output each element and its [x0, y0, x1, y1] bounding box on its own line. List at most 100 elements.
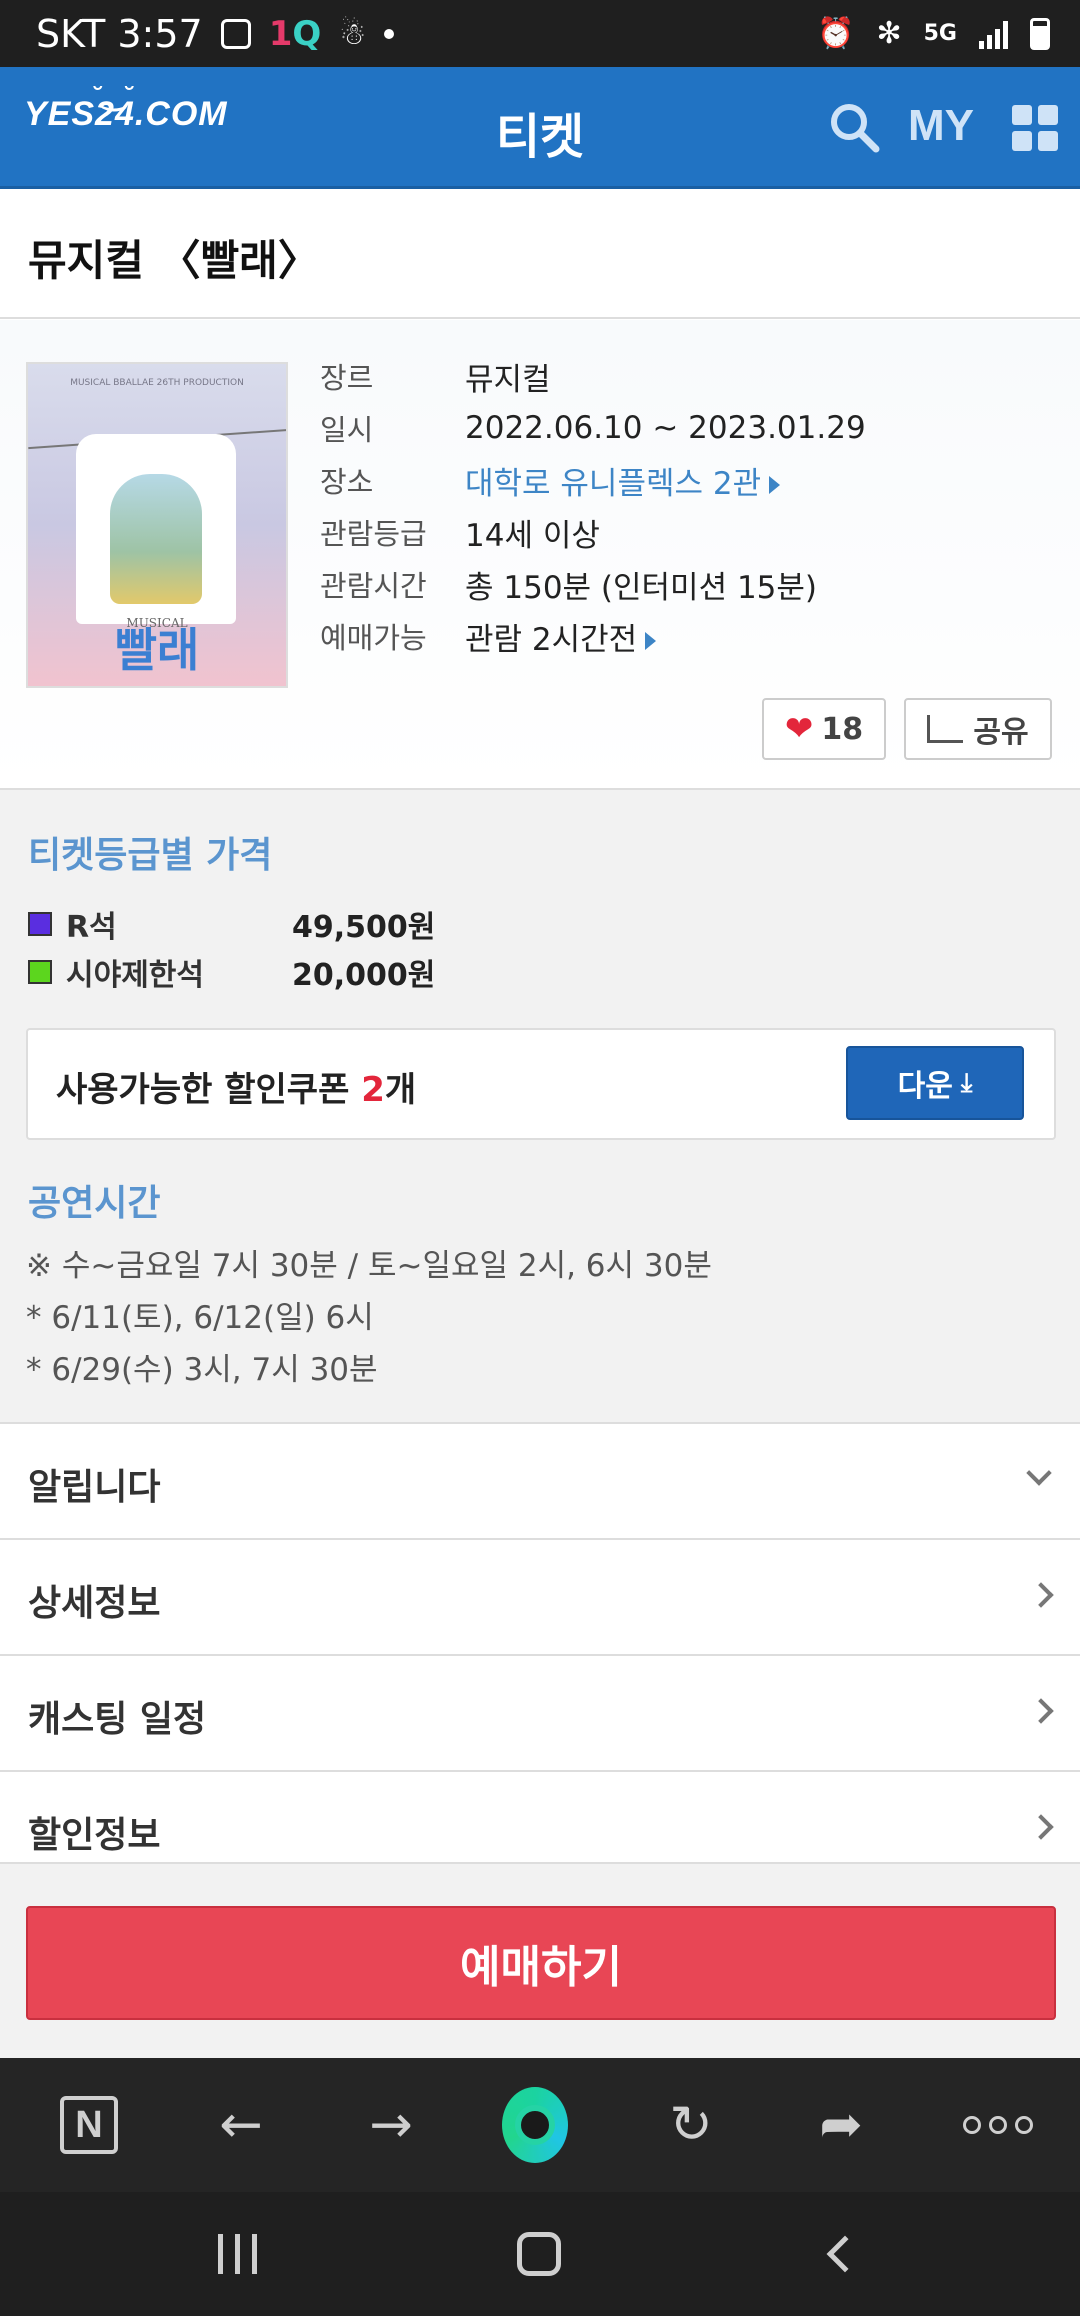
naver-button[interactable]: N — [56, 2092, 122, 2158]
browser-toolbar: N ← → ↻ ➦ — [0, 2058, 1080, 2192]
home-square-icon — [517, 2232, 561, 2276]
menu-label: 캐스팅 일정 — [28, 1699, 207, 1740]
info-key: 예매가능 — [320, 621, 427, 655]
info-row-venue[interactable]: 장소 대학로 유니플렉스 2관 — [320, 454, 866, 506]
info-row-booking-available[interactable]: 예매가능 관람 2시간전 — [320, 610, 866, 662]
app-header: ˘‿˘ YES24.COM 티켓 MY — [0, 67, 1080, 189]
info-key: 관람등급 — [320, 517, 427, 551]
menu-item-notice[interactable]: 알립니다 — [0, 1422, 1080, 1538]
booking-available-link[interactable]: 관람 2시간전 — [465, 614, 657, 659]
share-arrow-icon[interactable]: ➦ — [808, 2092, 874, 2158]
download-icon: ⤓ — [960, 1067, 973, 1098]
info-row-genre: 장르 뮤지컬 — [320, 350, 866, 402]
seat-name: 시야제한석 — [66, 958, 204, 993]
grid-menu-icon[interactable] — [1012, 105, 1058, 151]
home-nav-button[interactable] — [504, 2222, 574, 2286]
chevron-right-icon — [1028, 1582, 1054, 1608]
poster-town-illustration — [110, 474, 202, 604]
battery-icon — [1030, 17, 1050, 50]
coupon-count: 2 — [361, 1070, 385, 1110]
r-seat-swatch — [28, 912, 52, 936]
back-nav-button[interactable] — [810, 2222, 880, 2286]
share-icon — [927, 715, 964, 743]
info-row-rating: 관람등급 14세 이상 — [320, 506, 866, 558]
more-dots-icon — [963, 2116, 1033, 2134]
limited-seat-swatch — [28, 960, 52, 984]
schedule-line: * 6/11(토), 6/12(일) 6시 — [26, 1300, 374, 1336]
price-section-title: 티켓등급별 가격 — [28, 835, 273, 876]
coupon-box: 사용가능한 할인쿠폰 2개 다운 ⤓ — [26, 1028, 1056, 1140]
info-key: 일시 — [320, 413, 374, 447]
seat-price: 49,500원 — [292, 910, 436, 945]
recents-button[interactable] — [202, 2222, 272, 2286]
share-button[interactable]: 공유 — [904, 698, 1052, 760]
like-button[interactable]: ❤ 18 — [762, 698, 886, 760]
chevron-right-icon — [1028, 1814, 1054, 1840]
info-key: 관람시간 — [320, 569, 427, 603]
alarm-icon: ⏰ — [817, 16, 855, 51]
menu-item-details[interactable]: 상세정보 — [0, 1538, 1080, 1654]
status-time: SKT 3:57 — [36, 12, 203, 56]
info-value: 14세 이상 — [465, 517, 600, 554]
app-1q-icon: 1Q — [268, 14, 322, 54]
info-table: 장르 뮤지컬 일시 2022.06.10 ~ 2023.01.29 장소 대학로… — [320, 350, 866, 662]
info-key: 장소 — [320, 465, 374, 499]
like-count: 18 — [821, 711, 864, 747]
gallery-icon — [220, 19, 251, 49]
signal-icon — [979, 19, 1008, 49]
show-poster[interactable]: MUSICAL BBALLAE 26TH PRODUCTION MUSICAL … — [26, 362, 288, 688]
info-row-runtime: 관람시간 총 150분 (인터미션 15분) — [320, 558, 866, 610]
android-nav-bar — [0, 2192, 1080, 2316]
book-button[interactable]: 예매하기 — [26, 1906, 1056, 2020]
show-title: 뮤지컬 〈빨래〉 — [28, 236, 320, 285]
more-notifications-dot — [384, 29, 395, 39]
schedule-line: * 6/29(수) 3시, 7시 30분 — [26, 1352, 378, 1388]
show-info: MUSICAL BBALLAE 26TH PRODUCTION MUSICAL … — [0, 320, 1080, 790]
naver-n-icon: N — [60, 2096, 118, 2154]
menu-label: 알립니다 — [28, 1467, 161, 1508]
bluetooth-icon: ✻ — [876, 16, 902, 51]
poster-title: 빨래 — [114, 623, 200, 677]
triangle-right-icon — [769, 476, 781, 494]
info-value: 2022.06.10 ~ 2023.01.29 — [465, 410, 866, 446]
refresh-icon[interactable]: ↻ — [658, 2092, 724, 2158]
search-icon[interactable] — [828, 101, 880, 153]
booking-bar: 예매하기 — [0, 1862, 1080, 2058]
schedule-section-title: 공연시간 — [28, 1183, 161, 1224]
price-row-limited-view: 시야제한석 20,000원 — [28, 950, 435, 994]
logo-smile-icon: ˘‿˘ — [94, 81, 136, 111]
heart-icon: ❤ — [784, 709, 814, 749]
poster-top-text: MUSICAL BBALLAE 26TH PRODUCTION — [70, 378, 244, 388]
back-chevron-icon — [826, 2235, 864, 2273]
forward-arrow-icon[interactable]: → — [358, 2092, 424, 2158]
info-key: 장르 — [320, 361, 374, 395]
back-arrow-icon[interactable]: ← — [208, 2092, 274, 2158]
network-5g-icon: 5G — [923, 21, 957, 46]
chevron-down-icon — [1026, 1460, 1052, 1486]
my-button[interactable]: MY — [908, 101, 974, 151]
schedule-line: ※ 수~금요일 7시 30분 / 토~일요일 2시, 6시 30분 — [26, 1248, 712, 1284]
home-button[interactable] — [502, 2087, 568, 2163]
menu-item-casting[interactable]: 캐스팅 일정 — [0, 1654, 1080, 1770]
price-schedule-section: 티켓등급별 가격 R석 49,500원 시야제한석 20,000원 사용가능한 … — [0, 790, 1080, 1422]
coupon-text: 사용가능한 할인쿠폰 2개 — [56, 1070, 417, 1110]
price-row-r: R석 49,500원 — [28, 902, 435, 946]
info-value: 뮤지컬 — [465, 361, 551, 398]
menu-label: 할인정보 — [28, 1815, 161, 1856]
venue-link[interactable]: 대학로 유니플렉스 2관 — [465, 458, 781, 503]
seat-price: 20,000원 — [292, 958, 436, 993]
status-bar: SKT 3:57 1Q ☃ ⏰ ✻ 5G — [0, 0, 1080, 67]
menu-label: 상세정보 — [28, 1583, 161, 1624]
green-dot-home-icon — [502, 2087, 568, 2163]
triangle-right-icon — [645, 632, 657, 650]
info-row-date: 일시 2022.06.10 ~ 2023.01.29 — [320, 402, 866, 454]
recents-icon — [217, 2234, 257, 2274]
more-options-button[interactable] — [958, 2092, 1038, 2158]
coupon-download-button[interactable]: 다운 ⤓ — [846, 1046, 1024, 1120]
info-value: 총 150분 (인터미션 15분) — [465, 569, 818, 606]
seat-name: R석 — [66, 910, 117, 945]
share-label: 공유 — [973, 715, 1029, 750]
chevron-right-icon — [1028, 1698, 1054, 1724]
yes24-logo[interactable]: ˘‿˘ YES24.COM — [24, 81, 228, 134]
notification-icon: ☃ — [339, 16, 367, 52]
